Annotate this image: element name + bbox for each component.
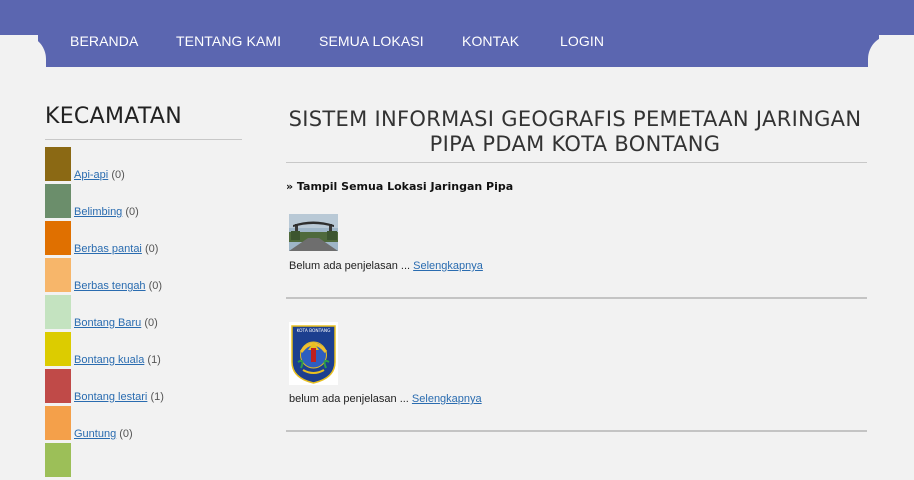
color-swatch [45,147,71,181]
color-swatch [45,184,71,218]
kota-bontang-emblem[interactable]: KOTA BONTANG [289,322,338,385]
location-desc-text: belum ada penjelasan ... [289,393,412,405]
kecamatan-link[interactable]: Belimbing [74,206,122,218]
kecamatan-count: (0) [119,428,133,440]
kecamatan-link[interactable]: Bontang Baru [74,317,141,329]
kecamatan-entry: Berbas tengah (0) [74,280,162,292]
kecamatan-entry: Bontang Baru (0) [74,317,158,329]
nav-kontak[interactable]: KONTAK [462,33,519,49]
kecamatan-count: (0) [144,317,158,329]
nav-bar [38,0,879,67]
road-gate-photo[interactable] [289,214,338,251]
kecamatan-count: (0) [111,169,125,181]
nav-tentang-kami[interactable]: TENTANG KAMI [176,33,281,49]
kecamatan-link[interactable]: Bontang kuala [74,354,144,366]
location-desc-text: Belum ada penjelasan ... [289,260,414,272]
page-title-line2: PIPA PDAM KOTA BONTANG [429,132,721,156]
page-title: SISTEM INFORMASI GEOGRAFIS PEMETAAN JARI… [286,107,864,157]
kecamatan-link[interactable]: Berbas pantai [74,243,142,255]
kecamatan-link[interactable]: Api-api [74,169,108,181]
location-description: belum ada penjelasan ... Selengkapnya [289,393,482,405]
location-description: Belum ada penjelasan ... Selengkapnya [289,260,483,272]
page-title-line1: SISTEM INFORMASI GEOGRAFIS PEMETAAN JARI… [288,107,862,131]
color-swatch [45,221,71,255]
nav-beranda[interactable]: BERANDA [70,33,138,49]
color-swatch [45,332,71,366]
color-swatch [45,295,71,329]
location-divider [286,430,867,432]
color-swatch [45,258,71,292]
color-swatch [45,443,71,477]
show-all-locations-link[interactable]: » Tampil Semua Lokasi Jaringan Pipa [286,180,513,193]
nav-semua-lokasi[interactable]: SEMUA LOKASI [319,33,424,49]
color-swatch [45,406,71,440]
kecamatan-count: (1) [150,391,164,403]
color-swatch [45,369,71,403]
kecamatan-entry: Bontang kuala (1) [74,354,161,366]
sidebar-title: KECAMATAN [45,104,182,129]
sidebar-divider [45,139,242,140]
read-more-link[interactable]: Selengkapnya [412,393,482,405]
kecamatan-entry: Guntung (0) [74,428,133,440]
kecamatan-entry: Bontang lestari (1) [74,391,164,403]
location-divider [286,297,867,299]
emblem-title: KOTA BONTANG [297,328,331,334]
kecamatan-count: (0) [125,206,139,218]
kecamatan-count: (0) [144,243,159,255]
kecamatan-entry: Berbas pantai (0) [74,243,158,255]
nav-login[interactable]: LOGIN [560,33,604,49]
kecamatan-entry: Belimbing (0) [74,206,139,218]
kecamatan-count: (1) [147,354,161,366]
title-divider [286,162,867,163]
kecamatan-link[interactable]: Berbas tengah [74,280,146,292]
read-more-link[interactable]: Selengkapnya [413,260,483,272]
kecamatan-count: (0) [148,280,163,292]
kecamatan-link[interactable]: Bontang lestari [74,391,147,403]
kecamatan-entry: Api-api (0) [74,169,125,181]
kecamatan-link[interactable]: Guntung [74,428,116,440]
